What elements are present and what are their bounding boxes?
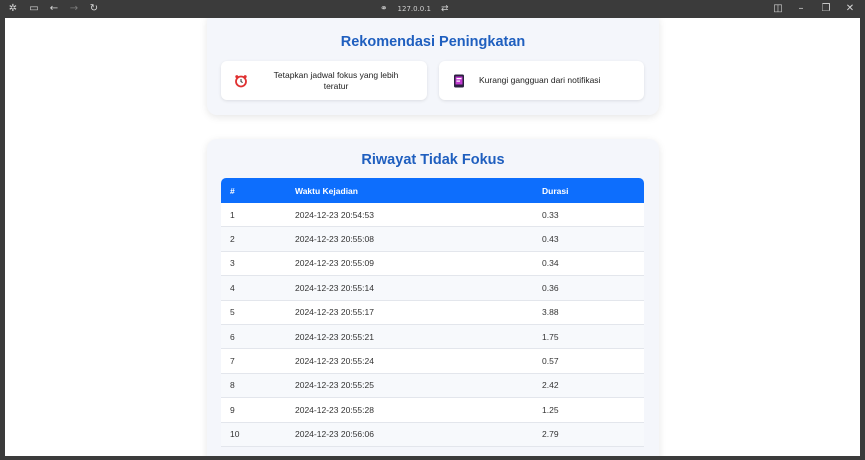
row-duration: 1.75 — [542, 331, 559, 342]
recommendation-text: Kurangi gangguan dari notifikasi — [479, 75, 601, 85]
row-duration: 0.43 — [542, 234, 559, 245]
row-number: 1 — [230, 209, 235, 220]
column-header-time: Waktu Kejadian — [295, 185, 358, 196]
row-number: 5 — [230, 307, 235, 318]
window-bottom-edge — [0, 456, 865, 460]
row-number: 3 — [230, 258, 235, 269]
address-text: 127.0.0.1 — [397, 5, 431, 13]
translate-icon[interactable]: ⇄ — [441, 2, 449, 16]
row-time: 2024-12-23 20:54:53 — [295, 209, 374, 220]
row-duration: 2.42 — [542, 380, 559, 391]
row-time: 2024-12-23 20:55:09 — [295, 258, 374, 269]
recommendation-item: Kurangi gangguan dari notifikasi — [439, 61, 644, 100]
row-duration: 0.57 — [542, 356, 559, 367]
row-time: 2024-12-23 20:55:28 — [295, 404, 374, 415]
recommendation-item: Tetapkan jadwal fokus yang lebih teratur — [221, 61, 427, 100]
table-row: 10 2024-12-23 20:56:06 2.79 — [221, 422, 644, 447]
row-time: 2024-12-23 20:55:08 — [295, 234, 374, 245]
forward-icon[interactable]: → — [67, 2, 81, 16]
row-number: 10 — [230, 429, 240, 440]
recommendations-title: Rekomendasi Peningkatan — [340, 34, 526, 50]
row-time: 2024-12-23 20:56:06 — [295, 429, 374, 440]
row-time: 2024-12-23 20:55:25 — [295, 380, 374, 391]
row-duration: 0.36 — [542, 282, 559, 293]
table-row: 3 2024-12-23 20:55:09 0.34 — [221, 251, 644, 277]
table-row: 2 2024-12-23 20:55:08 0.43 — [221, 227, 644, 252]
row-time: 2024-12-23 20:55:17 — [295, 307, 374, 318]
minimize-icon[interactable]: – — [794, 2, 808, 16]
history-title: Riwayat Tidak Fokus — [361, 152, 505, 168]
address-bar[interactable]: ⚭ 127.0.0.1 ⇄ — [380, 2, 449, 16]
reload-icon[interactable]: ↻ — [87, 2, 101, 16]
row-number: 7 — [230, 356, 235, 367]
row-number: 2 — [230, 234, 235, 245]
row-number: 9 — [230, 404, 235, 415]
link-icon: ⚭ — [380, 4, 388, 14]
row-duration: 1.25 — [542, 404, 559, 415]
row-duration: 3.88 — [542, 307, 559, 318]
row-number: 6 — [230, 331, 235, 342]
back-icon[interactable]: ← — [47, 2, 61, 16]
column-header-duration: Durasi — [542, 185, 569, 196]
table-row: 8 2024-12-23 20:55:25 2.42 — [221, 373, 644, 399]
table-header: # Waktu Kejadian Durasi — [221, 178, 644, 203]
table-row: 7 2024-12-23 20:55:24 0.57 — [221, 349, 644, 374]
restore-icon[interactable]: ❐ — [819, 2, 833, 16]
row-number: 8 — [230, 380, 235, 391]
phone-notification-icon — [439, 74, 479, 88]
split-view-icon[interactable]: ◫ — [771, 2, 785, 16]
browser-toolbar: ✲ ▭ ← → ↻ ⚭ 127.0.0.1 ⇄ ◫ – ❐ ✕ — [0, 0, 865, 18]
table-row: 6 2024-12-23 20:55:21 1.75 — [221, 324, 644, 350]
row-time: 2024-12-23 20:55:21 — [295, 331, 374, 342]
extensions-icon[interactable]: ✲ — [6, 2, 20, 16]
recommendation-text: Tetapkan jadwal fokus yang lebih teratur — [273, 69, 399, 91]
close-icon[interactable]: ✕ — [843, 2, 857, 16]
recommendations-card: Rekomendasi Peningkatan Tetapkan jadwal … — [207, 18, 659, 115]
row-time: 2024-12-23 20:55:24 — [295, 356, 374, 367]
sidebar-icon[interactable]: ▭ — [27, 2, 41, 16]
row-duration: 0.34 — [542, 258, 559, 269]
table-row: 4 2024-12-23 20:55:14 0.36 — [221, 276, 644, 301]
page-viewport: Rekomendasi Peningkatan Tetapkan jadwal … — [5, 18, 860, 456]
history-table: # Waktu Kejadian Durasi 1 2024-12-23 20:… — [221, 178, 644, 447]
alarm-clock-icon — [221, 74, 261, 88]
row-duration: 0.33 — [542, 209, 559, 220]
row-time: 2024-12-23 20:55:14 — [295, 282, 374, 293]
table-row: 9 2024-12-23 20:55:28 1.25 — [221, 398, 644, 423]
table-row: 5 2024-12-23 20:55:17 3.88 — [221, 300, 644, 325]
history-card: Riwayat Tidak Fokus # Waktu Kejadian Dur… — [207, 139, 659, 456]
table-row: 1 2024-12-23 20:54:53 0.33 — [221, 203, 644, 228]
row-duration: 2.79 — [542, 429, 559, 440]
row-number: 4 — [230, 282, 235, 293]
column-header-number: # — [230, 185, 235, 196]
